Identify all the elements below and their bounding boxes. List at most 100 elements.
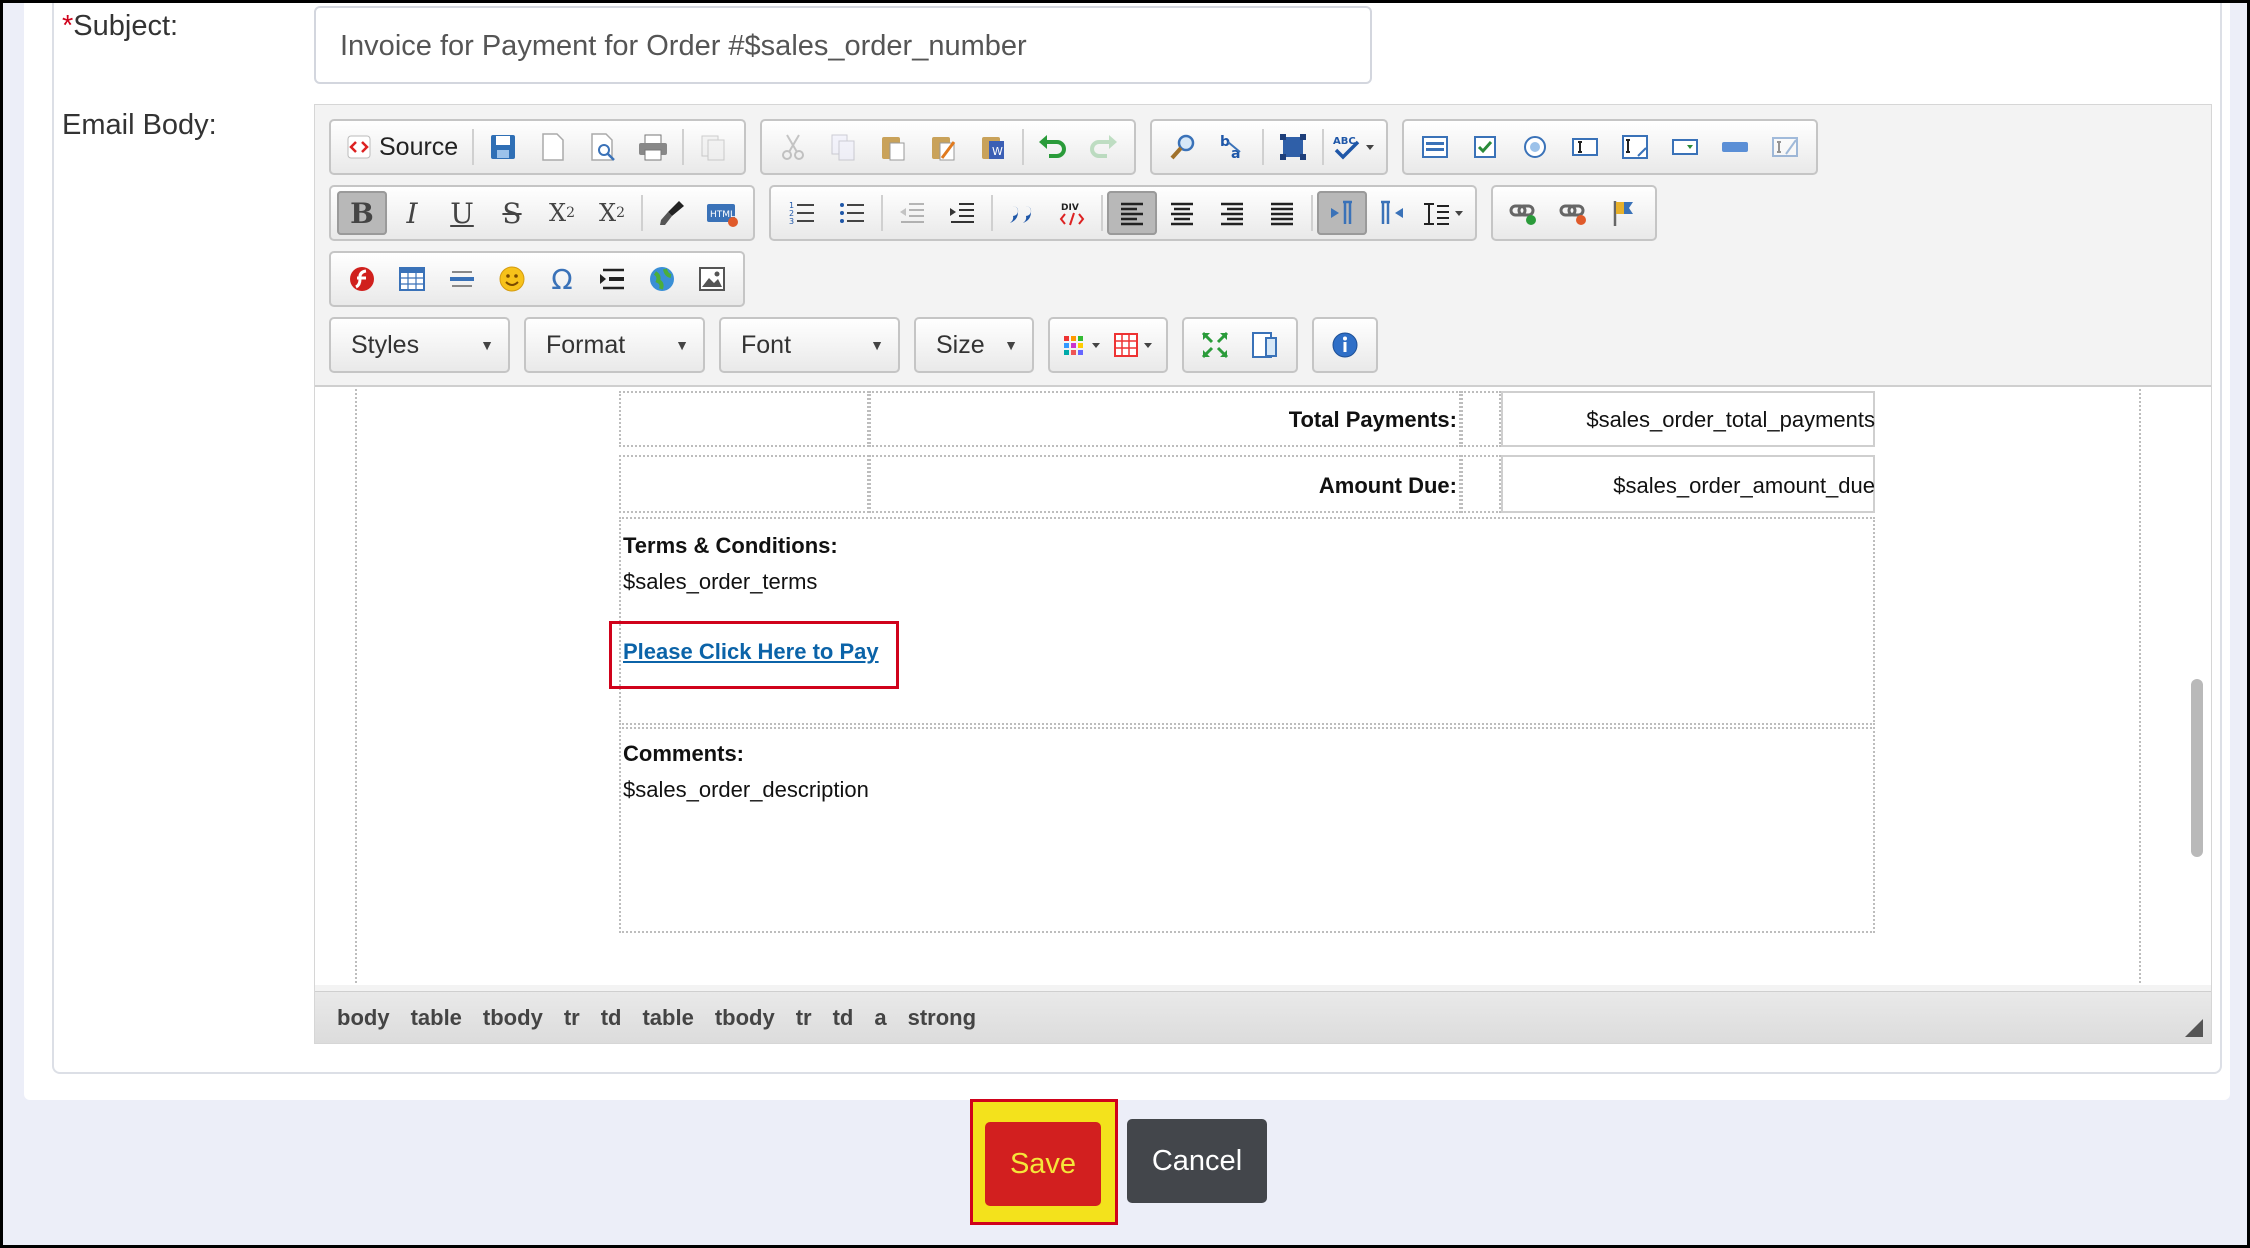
maximize-icon[interactable]	[1190, 323, 1240, 367]
basic-styles-group: B I U S X2 X2 HTML	[329, 185, 755, 241]
table-cell	[1461, 391, 1501, 447]
blockquote-icon[interactable]	[997, 191, 1047, 235]
source-button[interactable]: Source	[337, 125, 468, 169]
path-item[interactable]: tbody	[715, 1005, 775, 1031]
toolbar-row-2: B I U S X2 X2 HTML 123 DIV	[329, 185, 1657, 241]
redo-icon[interactable]	[1078, 125, 1128, 169]
iframe-icon[interactable]	[637, 257, 687, 301]
strike-icon[interactable]: S	[487, 191, 537, 235]
path-item[interactable]: td	[833, 1005, 854, 1031]
flash-icon[interactable]	[337, 257, 387, 301]
separator	[682, 129, 685, 165]
checkbox-icon[interactable]	[1460, 125, 1510, 169]
cut-icon[interactable]	[768, 125, 818, 169]
image-button-icon[interactable]	[1760, 125, 1810, 169]
select-all-icon[interactable]	[1268, 125, 1318, 169]
html-format-icon[interactable]: HTML	[697, 191, 747, 235]
find-icon[interactable]	[1158, 125, 1208, 169]
copy-icon[interactable]	[818, 125, 868, 169]
anchor-icon[interactable]	[1599, 191, 1649, 235]
subscript-icon[interactable]: X2	[537, 191, 587, 235]
horizontal-rule-icon[interactable]	[437, 257, 487, 301]
size-dropdown[interactable]: Size ▼	[914, 317, 1034, 373]
outdent-icon[interactable]	[887, 191, 937, 235]
font-dropdown[interactable]: Font ▼	[719, 317, 900, 373]
image-icon[interactable]	[687, 257, 737, 301]
total-payments-value: $sales_order_total_payments	[1586, 407, 1875, 432]
subject-label-text: Subject:	[73, 10, 179, 42]
special-char-icon[interactable]: Ω	[537, 257, 587, 301]
paragraph-group: 123 DIV	[769, 185, 1477, 241]
smiley-icon[interactable]	[487, 257, 537, 301]
select-field-icon[interactable]	[1660, 125, 1710, 169]
clipboard-group: W	[760, 119, 1137, 175]
paste-icon[interactable]	[868, 125, 918, 169]
link-icon[interactable]	[1499, 191, 1549, 235]
bold-icon[interactable]: B	[337, 191, 387, 235]
subject-input[interactable]: Invoice for Payment for Order #$sales_or…	[314, 6, 1372, 84]
path-item[interactable]: td	[601, 1005, 622, 1031]
language-icon[interactable]	[1417, 191, 1469, 235]
save-highlight: Save	[970, 1099, 1118, 1225]
button-field-icon[interactable]	[1710, 125, 1760, 169]
ltr-icon[interactable]	[1317, 191, 1367, 235]
resize-handle-icon[interactable]	[2185, 1019, 2203, 1037]
path-item[interactable]: body	[337, 1005, 390, 1031]
styles-dropdown[interactable]: Styles ▼	[329, 317, 510, 373]
cancel-button[interactable]: Cancel	[1127, 1119, 1267, 1203]
new-page-icon[interactable]	[528, 125, 578, 169]
format-dropdown[interactable]: Format ▼	[524, 317, 705, 373]
font-label: Font	[741, 330, 792, 359]
templates-icon[interactable]	[688, 125, 738, 169]
element-path-bar: body table tbody tr td table tbody tr td…	[315, 991, 2211, 1043]
pay-link[interactable]: Please Click Here to Pay	[623, 639, 879, 665]
table-cell	[619, 391, 869, 447]
path-item[interactable]: tr	[796, 1005, 812, 1031]
editor-content[interactable]: Total Payments: $sales_order_total_payme…	[315, 385, 2211, 985]
scrollbar-thumb[interactable]	[2191, 679, 2203, 857]
save-button[interactable]: Save	[985, 1122, 1101, 1206]
replace-icon[interactable]: ba	[1208, 125, 1258, 169]
text-color-icon[interactable]	[1056, 323, 1108, 367]
italic-icon[interactable]: I	[387, 191, 437, 235]
create-div-icon[interactable]: DIV	[1047, 191, 1097, 235]
bg-color-icon[interactable]	[1108, 323, 1160, 367]
align-right-icon[interactable]	[1207, 191, 1257, 235]
table-cell	[1461, 455, 1501, 513]
radio-icon[interactable]	[1510, 125, 1560, 169]
align-center-icon[interactable]	[1157, 191, 1207, 235]
path-item[interactable]: tbody	[483, 1005, 543, 1031]
unlink-icon[interactable]	[1549, 191, 1599, 235]
textarea-icon[interactable]	[1610, 125, 1660, 169]
table-icon[interactable]	[387, 257, 437, 301]
remove-format-icon[interactable]	[647, 191, 697, 235]
underline-icon[interactable]: U	[437, 191, 487, 235]
info-icon[interactable]	[1320, 323, 1370, 367]
text-field-icon[interactable]	[1560, 125, 1610, 169]
save-doc-icon[interactable]	[478, 125, 528, 169]
form-icon[interactable]	[1410, 125, 1460, 169]
toolbar-row-3: Ω	[329, 251, 745, 307]
rtl-icon[interactable]	[1367, 191, 1417, 235]
undo-icon[interactable]	[1028, 125, 1078, 169]
numbered-list-icon[interactable]: 123	[777, 191, 827, 235]
path-item[interactable]: strong	[908, 1005, 976, 1031]
page-break-icon[interactable]	[587, 257, 637, 301]
preview-icon[interactable]	[578, 125, 628, 169]
path-item[interactable]: table	[411, 1005, 462, 1031]
path-item[interactable]: tr	[564, 1005, 580, 1031]
path-item[interactable]: table	[642, 1005, 693, 1031]
paste-word-icon[interactable]: W	[968, 125, 1018, 169]
amount-due-value: $sales_order_amount_due	[1613, 473, 1875, 498]
show-blocks-icon[interactable]	[1240, 323, 1290, 367]
indent-icon[interactable]	[937, 191, 987, 235]
superscript-icon[interactable]: X2	[587, 191, 637, 235]
path-item[interactable]: a	[874, 1005, 886, 1031]
align-left-icon[interactable]	[1107, 191, 1157, 235]
spellcheck-icon[interactable]: ABC	[1328, 125, 1380, 169]
print-icon[interactable]	[628, 125, 678, 169]
justify-icon[interactable]	[1257, 191, 1307, 235]
bulleted-list-icon[interactable]	[827, 191, 877, 235]
paste-text-icon[interactable]	[918, 125, 968, 169]
comments-value: $sales_order_description	[623, 777, 869, 802]
